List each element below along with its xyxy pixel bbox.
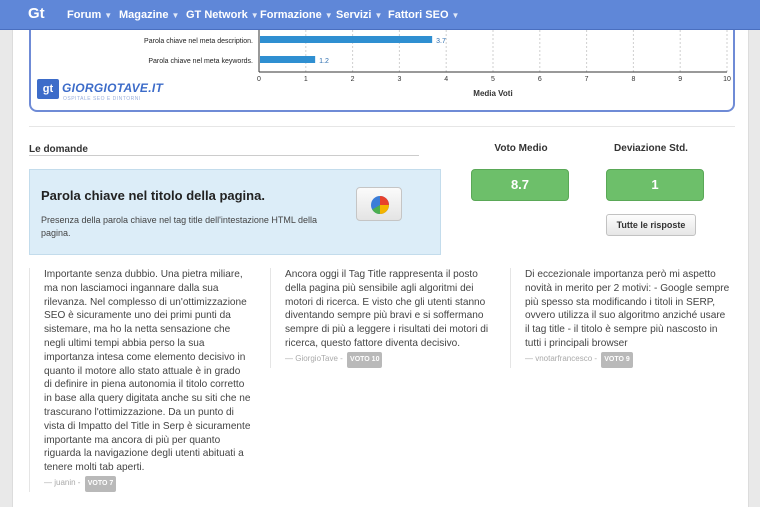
bar-data-label: 1.2 <box>319 58 329 65</box>
mean-vote-value: 8.7 <box>471 169 569 201</box>
answer-text: Importante senza dubbio. Una pietra mili… <box>44 269 251 474</box>
x-tick-label: 8 <box>631 76 635 83</box>
answer-item: Ancora oggi il Tag Title rappresenta il … <box>270 268 492 368</box>
x-tick-label: 4 <box>444 76 448 83</box>
answer-text: Di eccezionale importanza però mi aspett… <box>525 269 730 349</box>
answer-meta: — juanin - VOTO 7 <box>44 475 251 492</box>
nav-item-gt-network[interactable]: GT Network ▼ <box>186 9 259 21</box>
vote-badge: VOTO 7 <box>84 475 117 492</box>
bar <box>260 36 433 43</box>
section-title: Le domande <box>29 144 88 155</box>
pie-chart-icon <box>371 196 389 214</box>
top-navbar: Gt Forum ▼ Magazine ▼ GT Network ▼ Formazio… <box>0 0 760 30</box>
answer-meta: — GiorgioTave - VOTO 10 <box>285 351 492 368</box>
nav-item-servizi[interactable]: Servizi ▼ <box>336 9 382 21</box>
answer-author[interactable]: — GiorgioTave - <box>285 354 343 363</box>
nav-item-formazione[interactable]: Formazione ▼ <box>260 9 333 21</box>
question-description: Presenza della parola chiave nel tag tit… <box>41 215 318 238</box>
answer-text: Ancora oggi il Tag Title rappresenta il … <box>285 269 489 349</box>
site-logo[interactable]: Gt <box>28 5 45 22</box>
question-title: Parola chiave nel titolo della pagina. <box>41 188 265 203</box>
x-tick-label: 0 <box>257 76 261 83</box>
section-divider <box>29 155 419 156</box>
question-card: Parola chiave nel titolo della pagina. P… <box>29 169 441 255</box>
brand-tagline: OSPITALE SEO E DINTORNI <box>63 96 141 102</box>
nav-item-fattori-seo[interactable]: Fattori SEO ▼ <box>388 9 459 21</box>
nav-item-magazine[interactable]: Magazine ▼ <box>119 9 179 21</box>
answer-item: Di eccezionale importanza però mi aspett… <box>510 268 732 368</box>
x-tick-label: 7 <box>585 76 589 83</box>
nav-label: Fattori SEO <box>388 9 449 21</box>
nav-label: Servizi <box>336 9 372 21</box>
show-chart-button[interactable] <box>356 187 402 221</box>
answer-meta: — vnotarfrancesco - VOTO 9 <box>525 351 732 368</box>
category-label: Parola chiave nel meta keywords. <box>148 58 253 65</box>
chevron-down-icon: ▼ <box>374 11 383 20</box>
bar <box>260 56 316 63</box>
chevron-down-icon: ▼ <box>171 11 180 20</box>
mean-vote-label: Voto Medio <box>494 143 548 154</box>
content-panel: 0 1 2 3 4 5 6 7 8 9 10 Parola chiave nel meta descr… <box>12 30 749 507</box>
nav-label: Formazione <box>260 9 322 21</box>
answer-item: Importante senza dubbio. Una pietra mili… <box>29 268 251 492</box>
divider <box>29 126 735 127</box>
vote-badge: VOTO 9 <box>601 351 633 368</box>
x-tick-label: 5 <box>491 76 495 83</box>
chevron-down-icon: ▼ <box>104 11 113 20</box>
answer-author[interactable]: — juanin - <box>44 478 80 487</box>
x-tick-label: 1 <box>304 76 308 83</box>
vote-badge: VOTO 10 <box>347 351 383 368</box>
bar-data-label: 3.7 <box>436 38 446 45</box>
x-tick-label: 3 <box>397 76 401 83</box>
chevron-down-icon: ▼ <box>250 11 259 20</box>
all-answers-button[interactable]: Tutte le risposte <box>606 214 696 236</box>
category-label: Parola chiave nel meta description. <box>144 38 253 45</box>
brand-name: GIORGIOTAVE.IT <box>62 81 164 95</box>
std-dev-value: 1 <box>606 169 704 201</box>
nav-label: Forum <box>67 9 102 21</box>
nav-label: Magazine <box>119 9 169 21</box>
chevron-down-icon: ▼ <box>324 11 333 20</box>
x-tick-label: 10 <box>723 76 731 83</box>
x-tick-label: 6 <box>538 76 542 83</box>
x-axis-title: Media Voti <box>473 89 512 98</box>
chevron-down-icon: ▼ <box>451 11 460 20</box>
x-tick-label: 2 <box>351 76 355 83</box>
answer-author[interactable]: — vnotarfrancesco - <box>525 354 597 363</box>
nav-label: GT Network <box>186 9 248 21</box>
nav-item-forum[interactable]: Forum ▼ <box>67 9 112 21</box>
brand-badge: gt <box>37 79 59 99</box>
std-dev-label: Deviazione Std. <box>614 143 688 154</box>
x-tick-label: 9 <box>678 76 682 83</box>
votes-chart-panel: 0 1 2 3 4 5 6 7 8 9 10 Parola chiave nel meta descr… <box>29 30 735 112</box>
